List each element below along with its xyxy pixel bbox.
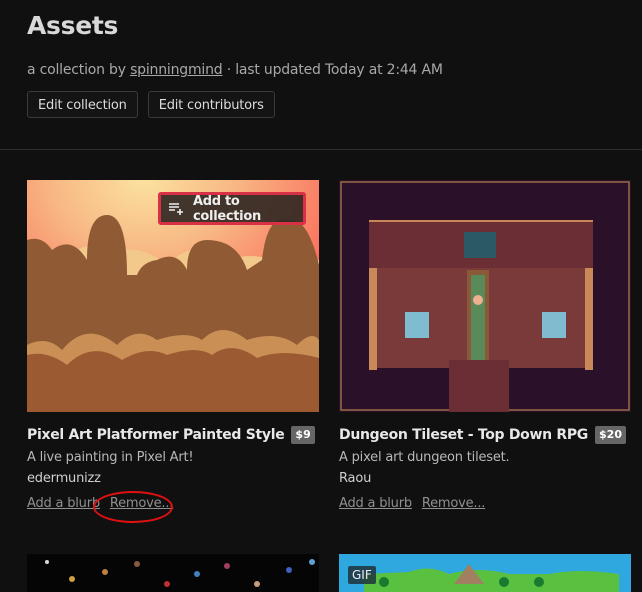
add-blurb-link[interactable]: Add a blurb (27, 496, 100, 511)
game-title-link[interactable]: Dungeon Tileset - Top Down RPG (339, 427, 588, 443)
header-actions: Edit collection Edit contributors (27, 91, 642, 118)
game-description: A live painting in Pixel Art! (27, 450, 194, 465)
game-thumbnail[interactable] (339, 180, 631, 412)
remove-link[interactable]: Remove... (422, 496, 486, 511)
game-description: A pixel art dungeon tileset. (339, 450, 510, 465)
game-thumbnail[interactable]: GIF (339, 554, 631, 592)
annotation-circle (93, 491, 173, 523)
price-badge: $9 (291, 426, 315, 444)
add-to-collection-label: Add to collection (193, 193, 261, 224)
game-info: Pixel Art Platformer Painted Style $9 A … (27, 424, 337, 516)
items-thumbnail-image (27, 554, 319, 592)
playlist-add-icon (169, 202, 185, 215)
game-author-link[interactable]: edermunizz (27, 471, 101, 486)
game-info: Dungeon Tileset - Top Down RPG $20 A pix… (339, 424, 642, 516)
dungeon-thumbnail-image (339, 180, 631, 412)
edit-collection-button[interactable]: Edit collection (27, 91, 138, 118)
add-blurb-link[interactable]: Add a blurb (339, 496, 412, 511)
gif-badge: GIF (348, 566, 376, 584)
subtitle-prefix: a collection by (27, 62, 131, 78)
game-author-link[interactable]: Raou (339, 471, 371, 486)
game-thumbnail[interactable] (27, 554, 319, 592)
game-title-link[interactable]: Pixel Art Platformer Painted Style (27, 427, 285, 443)
subtitle-suffix: · last updated Today at 2:44 AM (222, 62, 443, 78)
collection-subtitle: a collection by spinningmind · last upda… (27, 60, 642, 80)
price-badge: $20 (595, 426, 626, 444)
add-to-collection-button[interactable]: Add to collection (158, 192, 306, 225)
game-thumbnail[interactable]: Add to collection (27, 180, 319, 412)
header-divider (0, 149, 642, 150)
collection-header: Assets a collection by spinningmind · la… (0, 0, 642, 118)
author-link[interactable]: spinningmind (130, 62, 223, 78)
overworld-thumbnail-image (339, 554, 631, 592)
page-title: Assets (27, 11, 119, 40)
edit-contributors-button[interactable]: Edit contributors (147, 91, 275, 118)
